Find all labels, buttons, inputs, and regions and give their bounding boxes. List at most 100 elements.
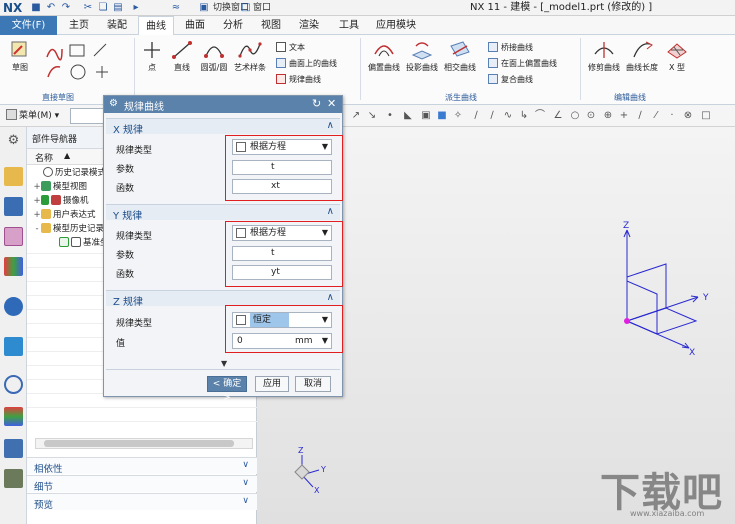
sort-icon[interactable]: ▲	[64, 151, 70, 160]
ribbon-separator	[360, 38, 361, 100]
square-snap-icon[interactable]: □	[700, 110, 712, 122]
sketch-button[interactable]: 草图	[6, 40, 34, 73]
cancel-button[interactable]: 取消	[295, 376, 331, 392]
xz-plane	[626, 280, 658, 335]
x-type-button[interactable]: X 型	[663, 40, 691, 73]
arc-circle-button[interactable]: 圆弧/圆	[198, 40, 230, 73]
menu-button[interactable]: 菜单(M) ▾	[6, 109, 59, 123]
tangent-snap-icon[interactable]: ⊗	[682, 110, 694, 122]
tab-home[interactable]: 主页	[62, 16, 96, 35]
plus-snap-icon[interactable]: +	[618, 110, 630, 122]
window-menu-icon[interactable]: □	[240, 2, 252, 14]
gear-icon[interactable]: ⚙	[4, 133, 23, 152]
quadrant-snap-icon[interactable]: ⊕	[602, 110, 614, 122]
scrollbar-thumb[interactable]	[44, 440, 234, 447]
selection-filter-dropdown[interactable]	[70, 108, 106, 124]
line-snap2-icon[interactable]: ∕	[486, 110, 498, 122]
roles-icon[interactable]	[4, 469, 23, 488]
composite-curve-button[interactable]: 复合曲线	[488, 73, 533, 86]
constraint-navigator-icon[interactable]	[4, 197, 23, 216]
line-button[interactable]: 直线	[169, 40, 195, 73]
select-icon[interactable]: ◣	[402, 110, 414, 122]
watermark-url: www.xiazaiba.com	[630, 509, 705, 518]
gear-icon[interactable]: ⚙	[109, 98, 118, 109]
slash-snap-icon[interactable]: ∕	[634, 110, 646, 122]
view-icon[interactable]: ▣	[420, 110, 432, 122]
section-dependencies[interactable]: 相依性 ∨	[27, 457, 257, 475]
curve-length-label: 曲线长度	[626, 63, 658, 72]
snap-alt-icon[interactable]: ↘	[366, 110, 378, 122]
process-studio-icon[interactable]	[4, 439, 23, 458]
snap-icon[interactable]: ↗	[350, 110, 362, 122]
window-menu-button[interactable]: 窗口	[253, 1, 271, 15]
text-button[interactable]: 文本	[276, 41, 305, 54]
tab-tools[interactable]: 工具	[332, 16, 366, 35]
clock-icon[interactable]	[4, 375, 23, 394]
y-law-section-header[interactable]: Y 规律 ∧	[106, 204, 340, 222]
corner-snap-icon[interactable]: ↳	[518, 110, 530, 122]
redo-icon[interactable]: ↷	[60, 2, 72, 14]
navigator-scrollbar[interactable]	[35, 438, 253, 449]
tab-curve[interactable]: 曲线	[138, 16, 174, 36]
undo-icon[interactable]: ↶	[45, 2, 57, 14]
tab-analysis[interactable]: 分析	[216, 16, 250, 35]
law-curve-button[interactable]: 规律曲线	[276, 73, 321, 86]
paste-icon[interactable]: ▤	[112, 2, 124, 14]
close-icon[interactable]: ✕	[327, 97, 336, 110]
checkbox-icon[interactable]	[59, 237, 69, 247]
curve-quick-icon[interactable]: ≈	[170, 2, 182, 14]
project-curve-button[interactable]: 投影曲线	[404, 40, 440, 73]
center-snap-icon[interactable]: ⊙	[585, 110, 597, 122]
curve-snap-icon[interactable]: ∿	[502, 110, 514, 122]
curve-length-button[interactable]: 曲线长度	[624, 40, 660, 73]
more-options-icon[interactable]: ▼	[221, 359, 227, 368]
z-law-section-header[interactable]: Z 规律 ∧	[106, 290, 340, 308]
highlight-box	[225, 305, 343, 353]
tab-surface[interactable]: 曲面	[178, 16, 212, 35]
reset-icon[interactable]: ↻	[312, 97, 321, 110]
trim-curve-button[interactable]: 修剪曲线	[586, 40, 622, 73]
point-button[interactable]: 点	[139, 40, 165, 73]
web-browser-icon[interactable]	[4, 297, 23, 316]
section-preview[interactable]: 预览 ∨	[27, 493, 257, 511]
arc-snap-icon[interactable]: ⌒	[534, 110, 546, 122]
reuse-library-icon[interactable]	[4, 257, 23, 276]
line-label: 直线	[174, 63, 190, 72]
ok-button[interactable]: < 确定 >	[207, 376, 247, 403]
curve-on-surface-button[interactable]: 曲面上的曲线	[276, 57, 337, 70]
window-icon[interactable]: ▣	[198, 2, 210, 14]
copy-icon[interactable]: ❏	[97, 2, 109, 14]
column-name[interactable]: 名称	[35, 151, 53, 164]
sketch-tools-icons[interactable]	[44, 41, 124, 81]
point-snap-icon[interactable]: •	[384, 110, 396, 122]
cube-icon[interactable]: ■	[436, 110, 448, 122]
apply-button[interactable]: 应用	[255, 376, 289, 392]
repeat-command-icon[interactable]: ▸	[130, 2, 142, 14]
tab-render[interactable]: 渲染	[292, 16, 326, 35]
bridge-curve-button[interactable]: 桥接曲线	[488, 41, 533, 54]
midpoint-snap-icon[interactable]: ⁄	[650, 110, 662, 122]
palette-icon[interactable]	[4, 407, 23, 426]
tab-applications[interactable]: 应用模块	[372, 16, 420, 35]
crosshair-icon[interactable]: ✧	[452, 110, 464, 122]
dialog-title-bar[interactable]: ⚙ 规律曲线 ↻ ✕	[104, 96, 342, 113]
dot-snap-icon[interactable]: ·	[666, 110, 678, 122]
save-icon[interactable]: ■	[30, 2, 42, 14]
intersect-curve-button[interactable]: 相交曲线	[442, 40, 478, 73]
art-spline-button[interactable]: 艺术样条	[232, 40, 268, 73]
offset-curve-button[interactable]: 偏置曲线	[366, 40, 402, 73]
angle-snap-icon[interactable]: ∠	[552, 110, 564, 122]
yz-plane	[626, 263, 667, 322]
x-law-section-header[interactable]: X 规律 ∧	[106, 118, 340, 136]
assembly-navigator-icon[interactable]	[4, 167, 23, 186]
part-navigator-icon[interactable]	[4, 227, 23, 246]
circle-snap-icon[interactable]: ○	[569, 110, 581, 122]
offset-on-face-button[interactable]: 在面上偏置曲线	[488, 57, 557, 70]
tab-assembly[interactable]: 装配	[100, 16, 134, 35]
history-icon[interactable]	[4, 337, 23, 356]
cut-icon[interactable]: ✂	[82, 2, 94, 14]
line-snap-icon[interactable]: ∕	[470, 110, 482, 122]
section-details[interactable]: 细节 ∨	[27, 475, 257, 493]
tab-view[interactable]: 视图	[254, 16, 288, 35]
file-menu[interactable]: 文件(F)	[0, 16, 57, 35]
